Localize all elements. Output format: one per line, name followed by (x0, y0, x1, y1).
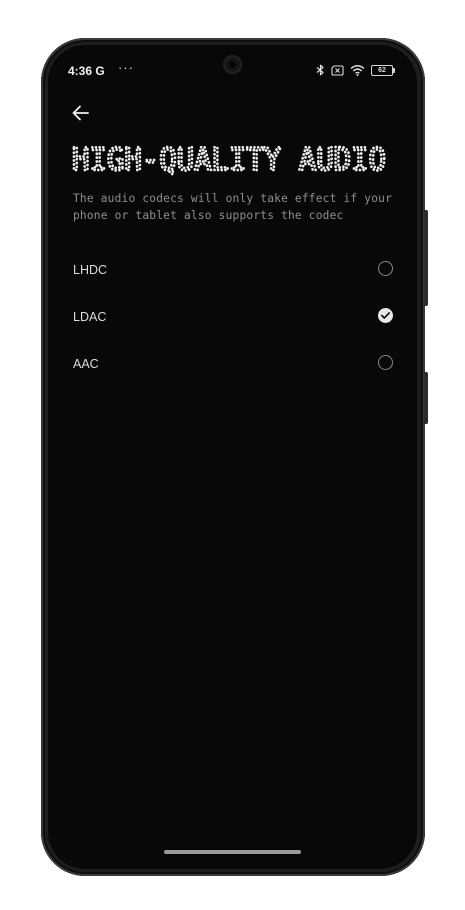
power-button (424, 372, 428, 424)
radio-checked-icon[interactable] (378, 308, 393, 323)
screen: 4:36 G ··· 62 HIGH-QUALITY AUDIO The aud… (48, 45, 417, 869)
wifi-icon (350, 65, 365, 76)
option-aac[interactable]: AAC (73, 345, 393, 383)
option-ldac[interactable]: LDAC (73, 298, 393, 336)
option-label: LHDC (73, 263, 108, 277)
volume-button (424, 210, 428, 306)
network-type-icon: G (95, 64, 105, 78)
more-notifications-icon: ··· (118, 60, 134, 75)
status-time: 4:36 G (68, 64, 105, 78)
radio-unchecked-icon[interactable] (378, 355, 393, 370)
battery-icon: 62 (371, 64, 395, 76)
option-lhdc[interactable]: LHDC (73, 251, 393, 289)
home-indicator[interactable] (164, 850, 301, 854)
radio-unchecked-icon[interactable] (378, 261, 393, 276)
page-title: HIGH-QUALITY AUDIO (71, 141, 388, 180)
page-title-text: HIGH-QUALITY AUDIO (72, 142, 386, 178)
bluetooth-icon (316, 64, 324, 76)
status-bar: 4:36 G ··· 62 (48, 45, 417, 95)
front-camera (223, 55, 242, 74)
checkmark-icon (381, 312, 390, 319)
codec-description: The audio codecs will only take effect i… (73, 192, 393, 222)
arrow-left-icon (72, 105, 89, 121)
no-sim-icon (331, 64, 344, 76)
option-label: LDAC (73, 310, 107, 324)
option-label: AAC (73, 357, 99, 371)
back-button[interactable] (70, 102, 92, 124)
status-icons: 62 (316, 64, 395, 76)
